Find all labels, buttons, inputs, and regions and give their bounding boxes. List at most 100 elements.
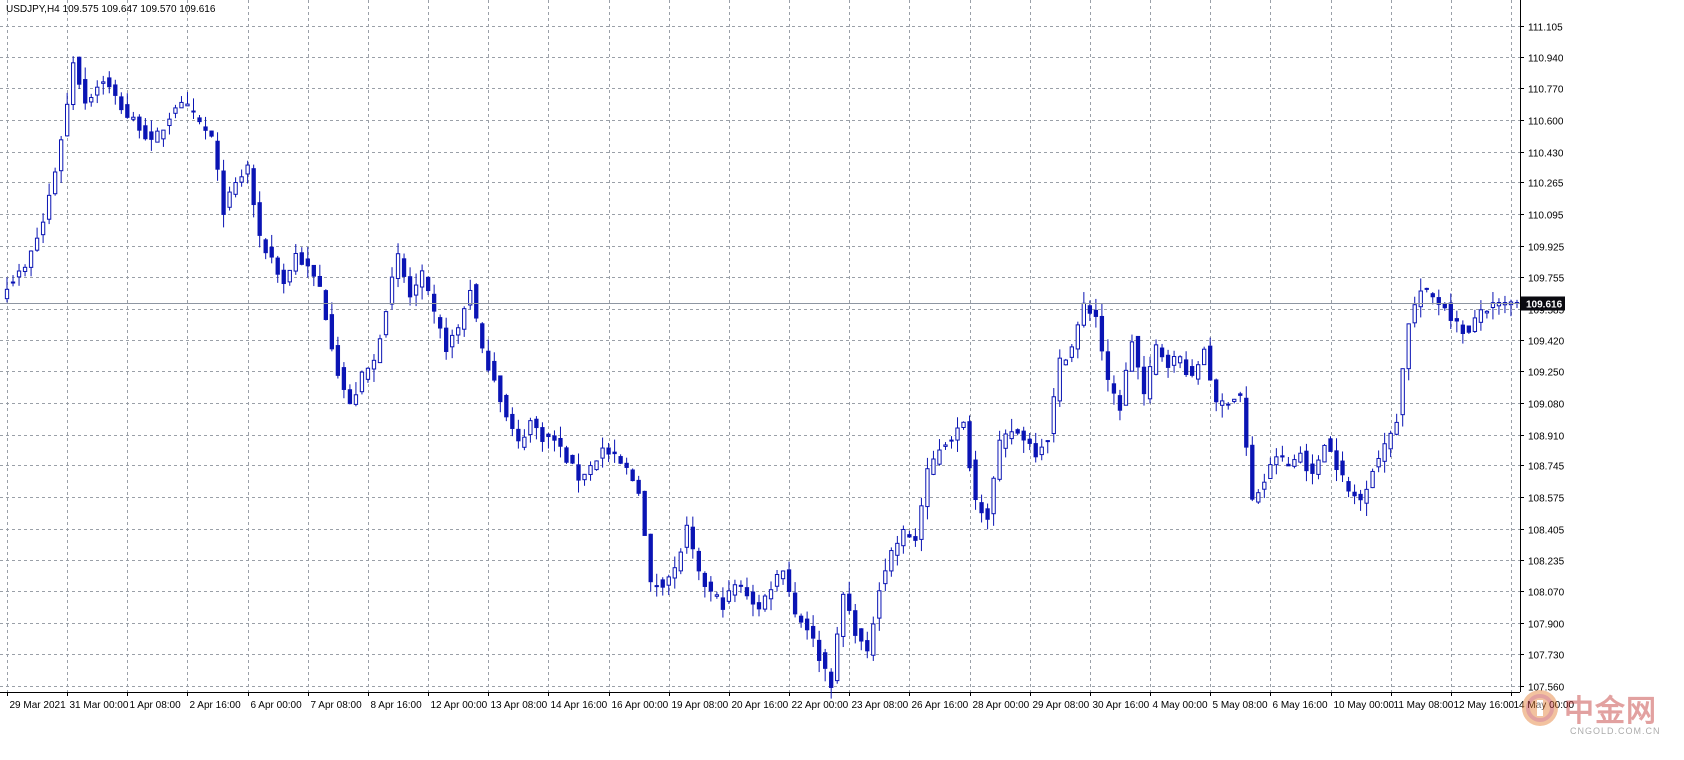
time-tick-label: 14 Apr 16:00 bbox=[551, 700, 608, 711]
candle bbox=[1352, 484, 1357, 505]
time-axis[interactable]: 29 Mar 2021 31 Mar 00:00 1 Apr 08:00 2 Apr … bbox=[7, 692, 1575, 711]
candle-body-bull bbox=[1472, 317, 1478, 332]
candle-body-bull bbox=[1147, 366, 1153, 400]
candle-body-bear bbox=[1117, 395, 1123, 411]
candle bbox=[101, 75, 106, 95]
candle bbox=[798, 613, 804, 628]
time-tick-label: 22 Apr 00:00 bbox=[792, 700, 849, 711]
time-tick-label: 16 Apr 00:00 bbox=[612, 700, 669, 711]
candle bbox=[1370, 468, 1375, 489]
candle-body-bull bbox=[1406, 323, 1411, 370]
candle-body-bear bbox=[1352, 491, 1357, 497]
candle bbox=[52, 167, 58, 196]
candle bbox=[1406, 323, 1411, 381]
candle bbox=[281, 263, 286, 294]
time-tick-label: 10 May 00:00 bbox=[1334, 700, 1395, 711]
candle bbox=[173, 104, 178, 119]
candle bbox=[859, 628, 864, 651]
candle-body-bull bbox=[89, 97, 94, 103]
candle-body-bear bbox=[1430, 293, 1435, 298]
candle-body-bear bbox=[1244, 397, 1249, 448]
candle bbox=[714, 591, 720, 599]
candle-body-bear bbox=[221, 170, 226, 215]
time-tick-label: 13 Apr 08:00 bbox=[491, 700, 548, 711]
candle-body-bear bbox=[437, 317, 443, 329]
candle-body-bull bbox=[1202, 348, 1207, 366]
time-tick-label: 19 Apr 08:00 bbox=[672, 700, 729, 711]
candle-body-bear bbox=[77, 56, 82, 85]
candle-body-bear bbox=[1466, 325, 1472, 333]
price-axis[interactable]: 111.105 110.940 110.770 110.600 110.430 110.2… bbox=[1520, 23, 1565, 694]
candle-body-bull bbox=[95, 86, 100, 96]
candle bbox=[558, 426, 563, 458]
candle-body-bear bbox=[636, 479, 641, 494]
price-chart[interactable]: 111.105 110.940 110.770 110.600 110.430 110.2… bbox=[0, 0, 1684, 760]
price-tick-label: 108.405 bbox=[1528, 526, 1565, 537]
candle-body-bull bbox=[780, 570, 786, 580]
price-tick-label: 109.420 bbox=[1528, 337, 1565, 348]
candle-body-bear bbox=[113, 84, 118, 96]
candle-body-bull bbox=[173, 107, 178, 114]
candle bbox=[1358, 489, 1363, 511]
candle bbox=[708, 576, 714, 602]
candle bbox=[1075, 321, 1080, 359]
candle bbox=[540, 422, 545, 452]
candle bbox=[58, 135, 64, 183]
candle bbox=[678, 548, 683, 575]
candle bbox=[1250, 436, 1255, 502]
candle bbox=[756, 594, 762, 617]
candle bbox=[672, 556, 677, 589]
candle-body-bull bbox=[1376, 457, 1381, 468]
candle bbox=[263, 238, 268, 260]
candle-body-bear bbox=[1159, 347, 1165, 358]
candle bbox=[317, 264, 322, 287]
candle bbox=[1490, 292, 1496, 320]
chart-window[interactable]: 111.105 110.940 110.770 110.600 110.430 110.2… bbox=[0, 0, 1684, 760]
candle-body-bear bbox=[865, 640, 870, 652]
candle bbox=[1135, 335, 1141, 380]
candle-body-bear bbox=[209, 130, 214, 137]
candle-body-bear bbox=[431, 293, 437, 312]
price-tick-label: 110.095 bbox=[1528, 211, 1564, 222]
candle-body-bull bbox=[1177, 356, 1183, 364]
candle-body-bear bbox=[973, 459, 978, 501]
candle bbox=[371, 354, 377, 382]
candle-body-bull bbox=[161, 129, 166, 140]
candle-body-bear bbox=[197, 117, 202, 123]
candle bbox=[1214, 378, 1219, 412]
candle-body-bear bbox=[744, 587, 750, 597]
candle bbox=[1238, 391, 1243, 403]
candle-body-bear bbox=[1448, 302, 1453, 321]
candle-body-bull bbox=[101, 81, 106, 84]
candle-body-bull bbox=[522, 436, 527, 448]
candle-body-bear bbox=[696, 550, 701, 572]
candle-body-bear bbox=[786, 569, 792, 592]
time-tick-label: 23 Apr 08:00 bbox=[852, 700, 909, 711]
candle-body-bear bbox=[1033, 443, 1038, 458]
candle-body-bull bbox=[389, 276, 395, 305]
candle-body-bull bbox=[955, 427, 960, 441]
candle bbox=[1292, 454, 1297, 469]
candle bbox=[823, 648, 828, 682]
candle-body-bear bbox=[275, 257, 280, 275]
candle bbox=[28, 250, 34, 277]
candle-body-bull bbox=[1316, 459, 1321, 475]
time-tick-label: 7 Apr 08:00 bbox=[311, 700, 363, 711]
candle-body-bear bbox=[137, 116, 142, 131]
candle-body-bear bbox=[690, 526, 695, 550]
candle-body-bull bbox=[1268, 464, 1273, 480]
price-tick-label: 110.940 bbox=[1528, 54, 1564, 65]
candle bbox=[1111, 375, 1117, 405]
candle-body-bear bbox=[269, 246, 274, 258]
candle bbox=[413, 273, 419, 307]
candle-body-bear bbox=[1328, 438, 1333, 452]
candle bbox=[257, 191, 262, 248]
candle-body-bull bbox=[1045, 440, 1050, 443]
time-tick-label: 5 May 08:00 bbox=[1213, 700, 1268, 711]
candle-body-bull bbox=[1153, 344, 1159, 375]
candle-body-bear bbox=[323, 290, 329, 320]
candle bbox=[1346, 476, 1351, 498]
candle-body-bull bbox=[1400, 368, 1405, 416]
candle bbox=[239, 169, 244, 187]
candle-body-bear bbox=[486, 350, 491, 371]
